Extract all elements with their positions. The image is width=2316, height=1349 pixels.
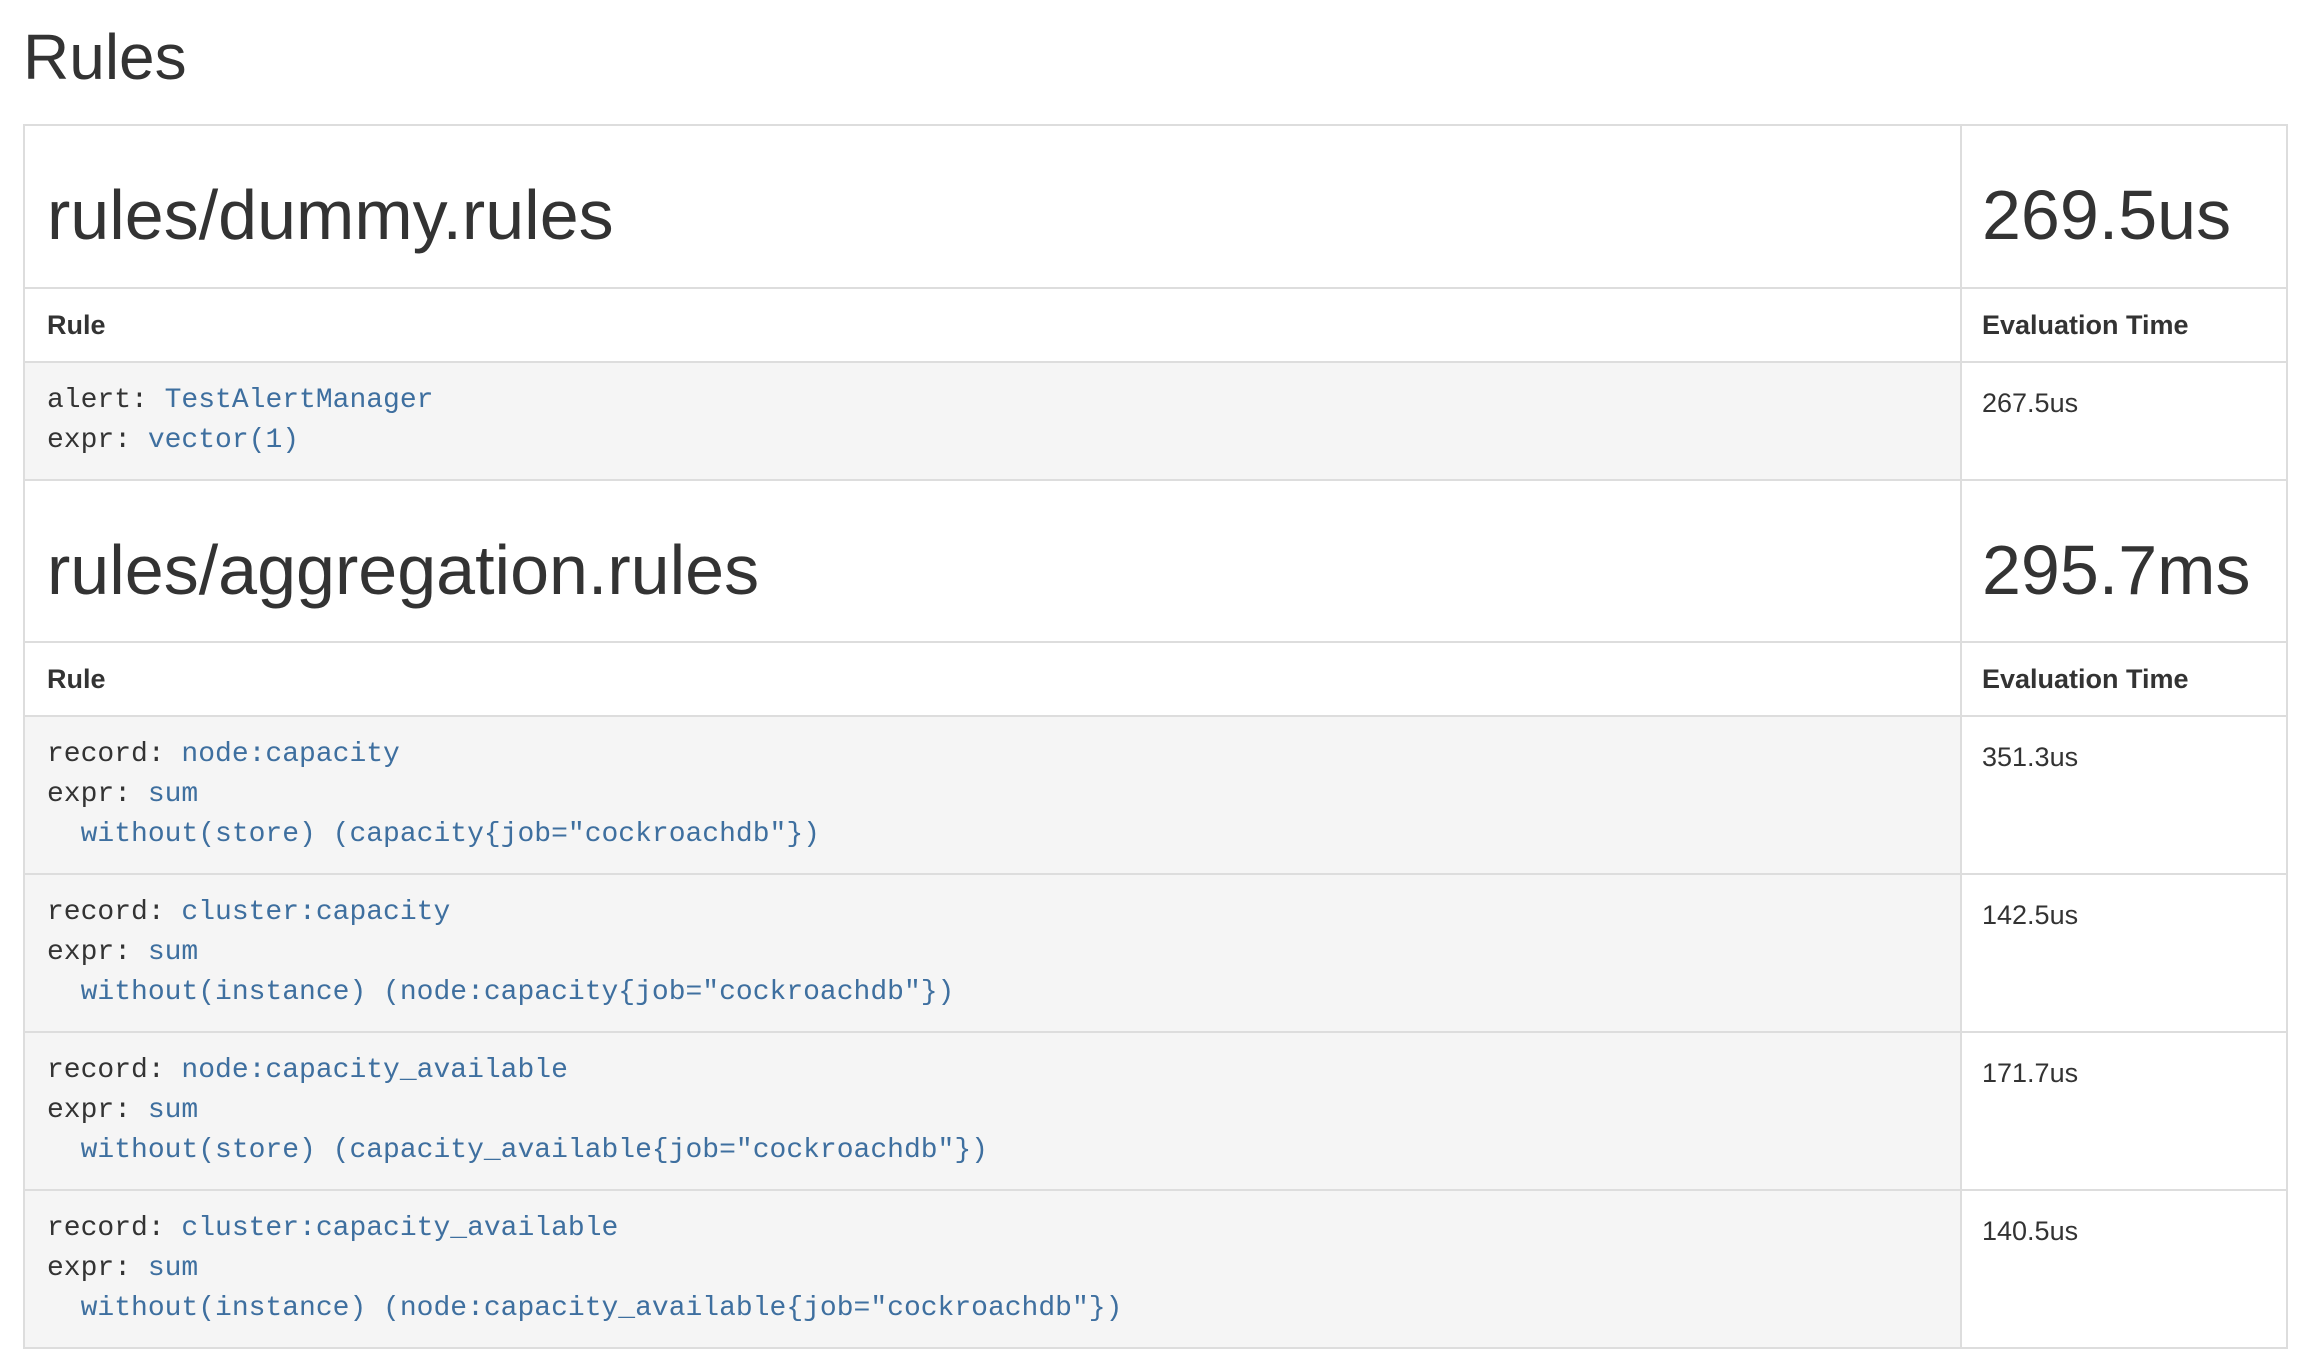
rule-definition: alert: TestAlertManager expr: vector(1): [47, 381, 1938, 461]
expr-keyword: expr:: [47, 425, 148, 456]
rule-keyword: record:: [47, 1213, 181, 1244]
rule-name-link[interactable]: node:capacity_available: [181, 1055, 567, 1086]
rule-expr-link[interactable]: sum without(store) (capacity_available{j…: [47, 1095, 988, 1166]
rule-group-name-cell: rules/aggregation.rules: [24, 480, 1961, 642]
rule-cell: record: cluster:capacity_available expr:…: [24, 1190, 1961, 1348]
rule-eval-time: 267.5us: [1961, 362, 2287, 480]
column-header-rule: Rule: [24, 642, 1961, 716]
column-header-eval-time: Evaluation Time: [1961, 642, 2287, 716]
rule-definition: record: node:capacity_available expr: su…: [47, 1051, 1938, 1171]
rule-eval-time: 140.5us: [1961, 1190, 2287, 1348]
rule-cell: record: node:capacity expr: sum without(…: [24, 716, 1961, 874]
rule-expr-link[interactable]: sum without(instance) (node:capacity_ava…: [47, 1253, 1122, 1324]
rule-keyword: record:: [47, 739, 181, 770]
rule-group-eval-cell: 269.5us: [1961, 125, 2287, 287]
expr-keyword: expr:: [47, 937, 148, 968]
rule-definition: record: cluster:capacity_available expr:…: [47, 1209, 1938, 1329]
column-header-rule: Rule: [24, 288, 1961, 362]
rule-row: record: node:capacity_available expr: su…: [24, 1032, 2287, 1190]
rule-group-name-cell: rules/dummy.rules: [24, 125, 1961, 287]
rule-keyword: record:: [47, 1055, 181, 1086]
rule-group-eval-cell: 295.7ms: [1961, 480, 2287, 642]
rule-cell: record: node:capacity_available expr: su…: [24, 1032, 1961, 1190]
rule-group-eval-time: 295.7ms: [1982, 531, 2266, 609]
rule-row: alert: TestAlertManager expr: vector(1) …: [24, 362, 2287, 480]
rule-keyword: alert:: [47, 385, 165, 416]
rule-row: record: node:capacity expr: sum without(…: [24, 716, 2287, 874]
rule-name-link[interactable]: cluster:capacity: [181, 897, 450, 928]
rule-name-link[interactable]: cluster:capacity_available: [181, 1213, 618, 1244]
rule-cell: record: cluster:capacity expr: sum witho…: [24, 874, 1961, 1032]
column-header-eval-time: Evaluation Time: [1961, 288, 2287, 362]
rule-expr-link[interactable]: sum without(store) (capacity{job="cockro…: [47, 779, 820, 850]
rule-definition: record: cluster:capacity expr: sum witho…: [47, 893, 1938, 1013]
column-header-row: Rule Evaluation Time: [24, 288, 2287, 362]
expr-keyword: expr:: [47, 1095, 148, 1126]
expr-keyword: expr:: [47, 1253, 148, 1284]
rule-expr-link[interactable]: sum without(instance) (node:capacity{job…: [47, 937, 954, 1008]
rule-cell: alert: TestAlertManager expr: vector(1): [24, 362, 1961, 480]
rule-group-eval-time: 269.5us: [1982, 176, 2266, 254]
rule-row: record: cluster:capacity_available expr:…: [24, 1190, 2287, 1348]
rule-expr-link[interactable]: vector(1): [148, 425, 299, 456]
rule-keyword: record:: [47, 897, 181, 928]
expr-keyword: expr:: [47, 779, 148, 810]
rule-row: record: cluster:capacity expr: sum witho…: [24, 874, 2287, 1032]
rule-group-header-row: rules/dummy.rules 269.5us: [24, 125, 2287, 287]
rule-name-link[interactable]: TestAlertManager: [165, 385, 434, 416]
column-header-row: Rule Evaluation Time: [24, 642, 2287, 716]
rules-table: rules/dummy.rules 269.5us Rule Evaluatio…: [23, 124, 2288, 1349]
rule-eval-time: 351.3us: [1961, 716, 2287, 874]
rule-group-header-row: rules/aggregation.rules 295.7ms: [24, 480, 2287, 642]
page-title: Rules: [23, 22, 2288, 92]
rule-group-name: rules/dummy.rules: [47, 176, 1938, 254]
rule-definition: record: node:capacity expr: sum without(…: [47, 735, 1938, 855]
rule-group-name: rules/aggregation.rules: [47, 531, 1938, 609]
rule-eval-time: 142.5us: [1961, 874, 2287, 1032]
rule-eval-time: 171.7us: [1961, 1032, 2287, 1190]
rule-name-link[interactable]: node:capacity: [181, 739, 399, 770]
